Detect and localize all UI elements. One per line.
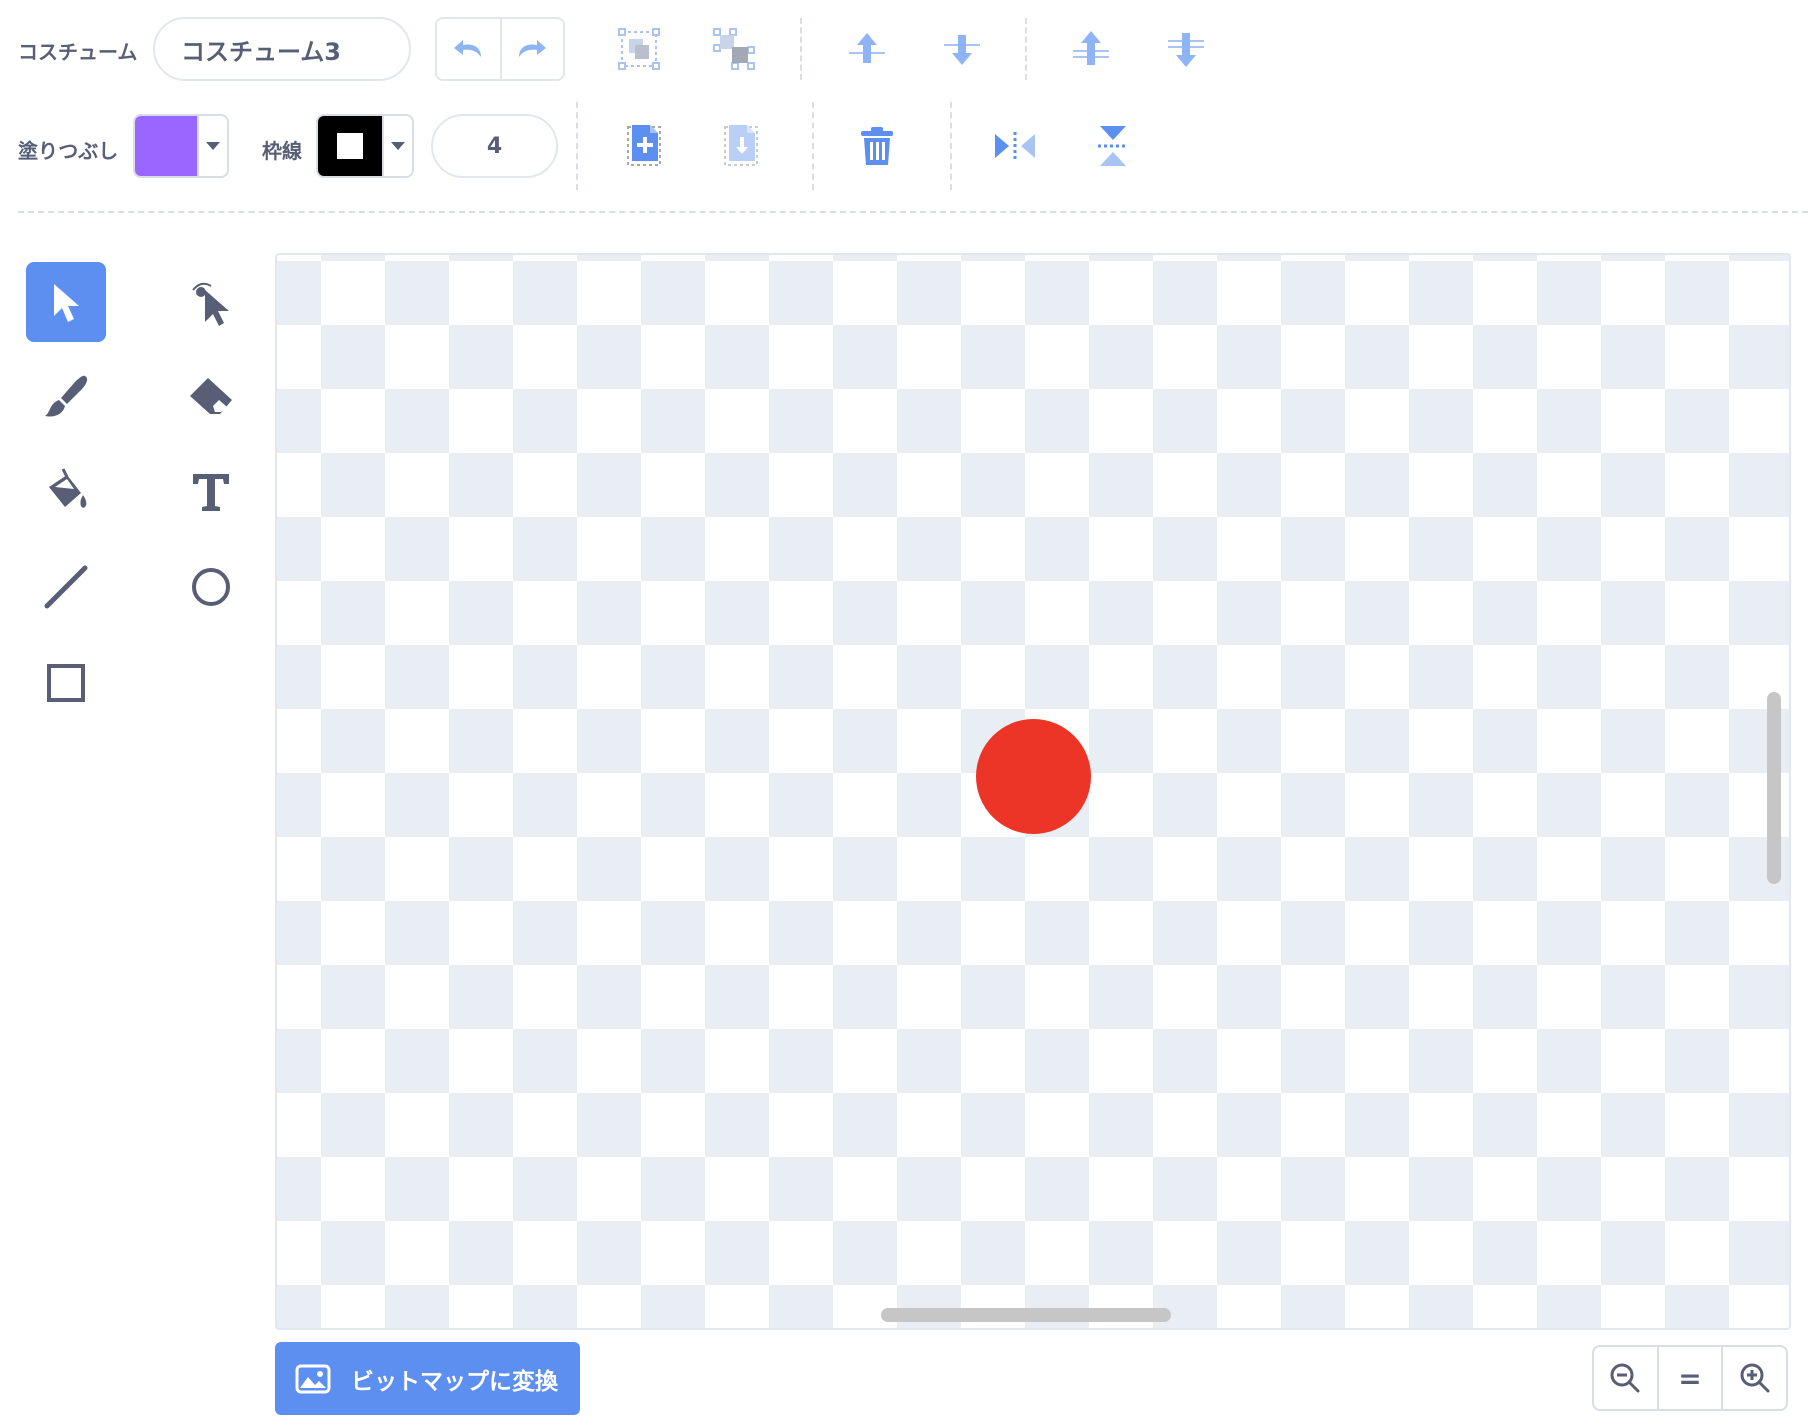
caret-down-icon (206, 142, 220, 150)
eraser-tool[interactable] (171, 357, 251, 437)
costume-label: コスチューム (18, 40, 138, 64)
zoom-out-icon (1610, 1363, 1640, 1393)
rectangle-icon (47, 664, 85, 702)
line-tool[interactable] (26, 547, 106, 627)
zoom-reset-button[interactable]: = (1656, 1347, 1722, 1409)
fill-color-picker[interactable] (133, 114, 229, 178)
text-t-icon (193, 474, 229, 511)
forward-button[interactable] (840, 22, 894, 76)
toolbar-divider (576, 102, 578, 190)
paste-button[interactable] (714, 116, 768, 176)
outline-color-swatch (318, 116, 382, 176)
outline-label: 枠線 (262, 139, 302, 163)
flip-vertical-button[interactable] (1085, 116, 1141, 176)
outline-dropdown[interactable] (382, 116, 412, 176)
delete-button[interactable] (850, 116, 904, 176)
flip-horizontal-icon (995, 132, 1035, 160)
copy-button[interactable] (617, 116, 671, 176)
reshape-tool[interactable] (171, 262, 251, 342)
group-button[interactable] (612, 22, 666, 76)
zoom-reset-label: = (1678, 1361, 1702, 1395)
toolbar-bottom-divider (18, 211, 1808, 213)
costume-name-input[interactable]: コスチューム3 (153, 17, 411, 81)
undo-icon (454, 40, 482, 57)
group-icon (618, 28, 660, 70)
rectangle-tool[interactable] (26, 643, 106, 723)
arrow-to-front-icon (1073, 31, 1109, 65)
arrow-down-icon (944, 35, 980, 65)
brush-icon (45, 375, 88, 417)
ungroup-icon (713, 28, 755, 70)
toolbar-divider (950, 102, 952, 190)
select-tool[interactable] (26, 262, 106, 342)
fill-bucket-icon (49, 468, 87, 508)
trash-icon (861, 127, 893, 165)
flip-vertical-icon (1098, 126, 1128, 166)
ungroup-button[interactable] (707, 22, 761, 76)
fill-color-swatch (135, 116, 197, 176)
eraser-icon (190, 378, 232, 414)
flip-horizontal-button[interactable] (987, 116, 1043, 176)
line-icon (44, 565, 88, 609)
arrow-to-back-icon (1168, 33, 1204, 67)
circle-icon (192, 568, 230, 606)
copy-icon (627, 125, 661, 166)
horizontal-scrollbar[interactable] (881, 1308, 1171, 1322)
backward-button[interactable] (935, 22, 989, 76)
outline-width-input[interactable]: 4 (431, 114, 558, 178)
reshape-icon (192, 282, 229, 326)
toolbar-divider (812, 102, 814, 190)
zoom-in-icon (1740, 1363, 1770, 1393)
red-circle-shape[interactable] (976, 719, 1091, 834)
outline-color-picker[interactable] (316, 114, 414, 178)
front-button[interactable] (1064, 22, 1118, 76)
circle-tool[interactable] (171, 547, 251, 627)
select-arrow-icon (54, 284, 79, 322)
fill-label: 塗りつぶし (18, 139, 119, 163)
text-tool[interactable] (171, 452, 251, 532)
arrow-up-icon (849, 33, 885, 63)
undo-button[interactable] (437, 19, 502, 79)
toolbar-divider (1025, 18, 1027, 80)
outline-inner-square (337, 133, 363, 159)
redo-button[interactable] (502, 19, 563, 79)
back-button[interactable] (1159, 22, 1213, 76)
convert-to-bitmap-button[interactable]: ビットマップに変換 (275, 1342, 580, 1415)
fill-dropdown[interactable] (197, 116, 227, 176)
undo-redo-group (435, 17, 565, 81)
zoom-controls: = (1592, 1345, 1788, 1411)
fill-tool[interactable] (26, 452, 106, 532)
outline-width-value: 4 (486, 133, 503, 159)
zoom-out-button[interactable] (1594, 1347, 1657, 1409)
vertical-scrollbar[interactable] (1767, 692, 1781, 884)
redo-icon (519, 40, 547, 57)
toolbar-divider (800, 18, 802, 80)
caret-down-icon (391, 142, 405, 150)
costume-name-value: コスチューム3 (181, 37, 341, 66)
brush-tool[interactable] (26, 357, 106, 437)
zoom-in-button[interactable] (1721, 1347, 1786, 1409)
paste-icon (724, 125, 758, 166)
convert-button-label: ビットマップに変換 (351, 1368, 558, 1395)
image-icon (295, 1364, 331, 1393)
paint-canvas[interactable] (275, 253, 1791, 1330)
